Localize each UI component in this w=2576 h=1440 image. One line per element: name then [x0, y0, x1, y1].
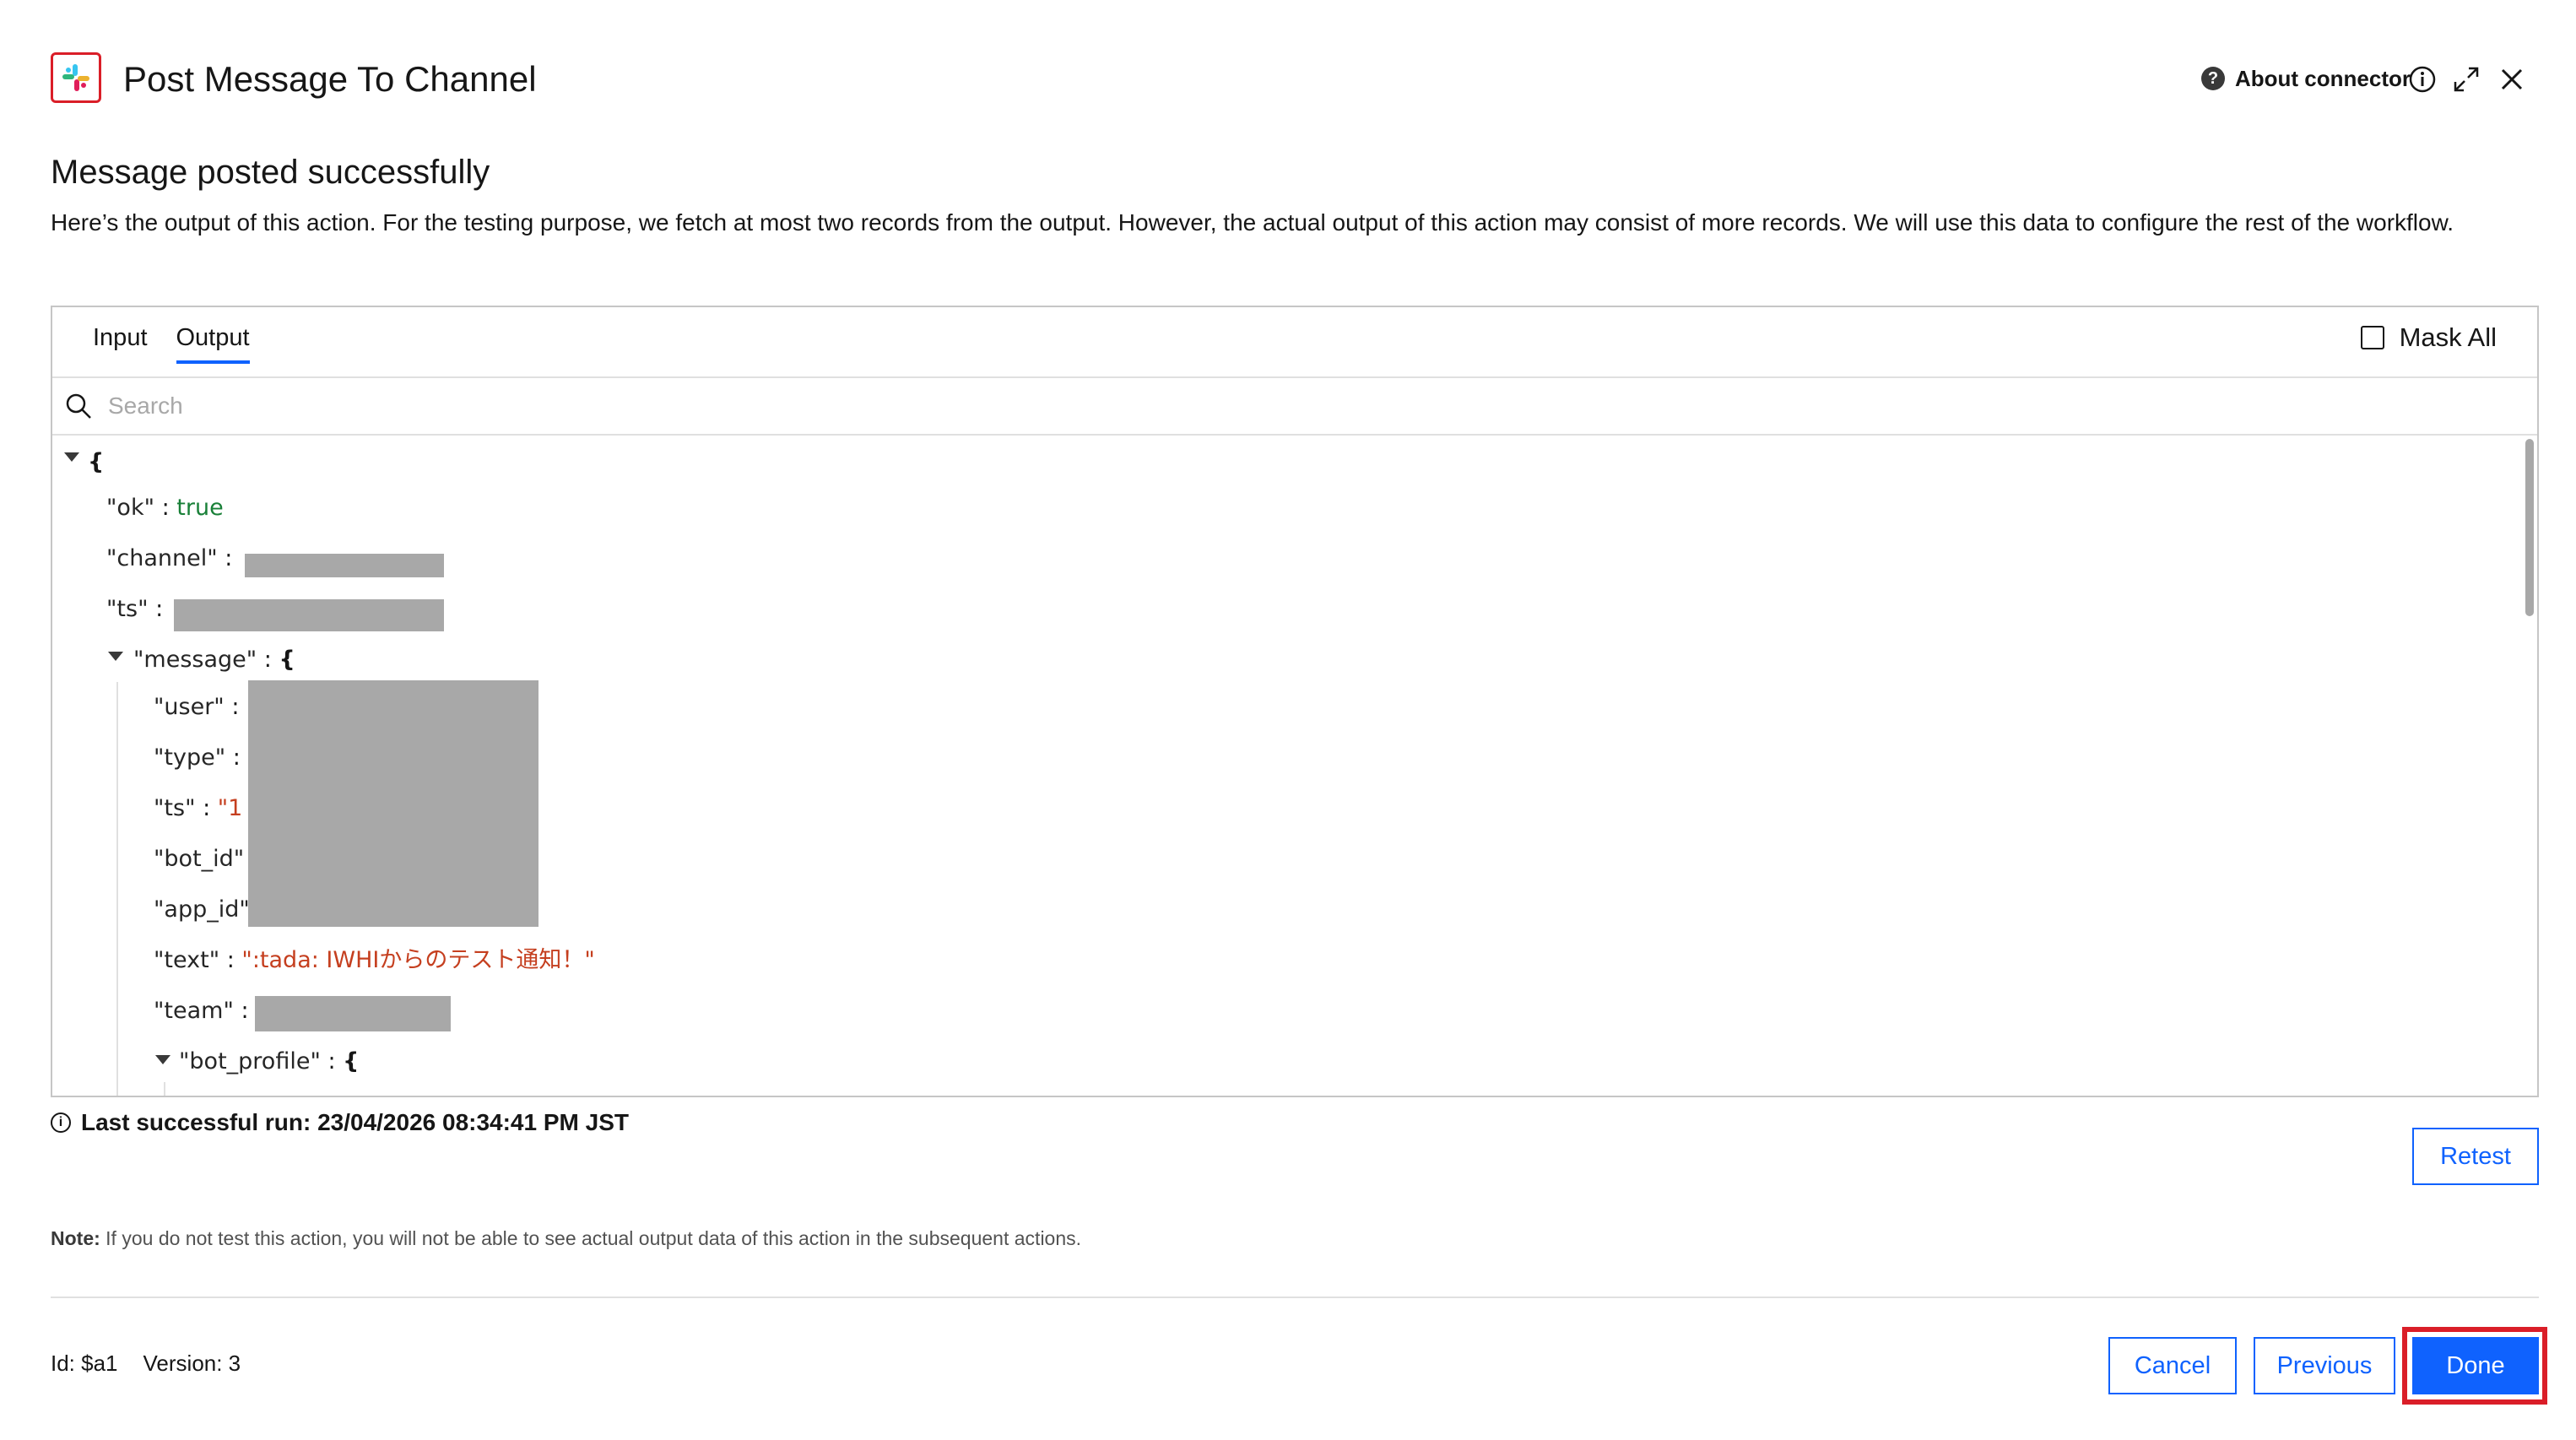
close-icon [2501, 68, 2523, 90]
maximize-button[interactable] [2449, 62, 2483, 96]
action-id: Id: $a1 [51, 1351, 118, 1376]
json-key: "app_id" [154, 896, 250, 923]
collapse-message-toggle[interactable] [108, 652, 123, 661]
slack-icon [62, 64, 89, 91]
redacted-block [248, 680, 538, 927]
json-value: "1 [217, 795, 243, 821]
json-row-user: "user" : [154, 690, 239, 724]
mask-all-label: Mask All [2399, 322, 2497, 352]
json-row-type: "type" : [154, 741, 241, 775]
json-row-channel: "channel" : [106, 542, 232, 576]
search-icon [66, 393, 91, 419]
json-key: "text" [154, 947, 220, 973]
footer-divider [51, 1297, 2539, 1298]
json-key: "ts" [154, 795, 196, 821]
json-key: "user" [154, 694, 225, 720]
json-value: true [176, 495, 224, 521]
json-open-brace: { [343, 1048, 360, 1075]
info-icon: i [51, 1112, 71, 1133]
json-key: "bot_id" [154, 846, 245, 872]
json-key: "ok" [106, 495, 154, 521]
result-heading: Message posted successfully [51, 154, 490, 191]
about-connector-link[interactable]: ? About connector [2201, 62, 2411, 95]
result-description: Here’s the output of this action. For th… [51, 209, 2454, 235]
maximize-icon [2454, 67, 2479, 92]
json-separator: : [195, 795, 218, 821]
note-label: Note: [51, 1227, 100, 1249]
json-key: "team" [154, 998, 234, 1024]
tree-scrollbar[interactable] [2525, 439, 2534, 616]
output-panel: Input Output Mask All { "ok" : true "cha… [51, 306, 2539, 1097]
json-row-app-id: "app_id" [154, 893, 250, 927]
json-key: "bot_profile" [179, 1048, 321, 1075]
json-separator: : [224, 694, 240, 720]
action-meta: Id: $a1 Version: 3 [51, 1351, 241, 1377]
json-separator: : [154, 495, 177, 521]
help-icon: ? [2201, 67, 2225, 90]
last-run-status: i Last successful run: 23/04/2026 08:34:… [51, 1109, 629, 1136]
collapse-root-toggle[interactable] [64, 452, 79, 462]
done-button[interactable]: Done [2412, 1337, 2539, 1394]
json-separator: : [257, 647, 279, 673]
mask-all-checkbox[interactable] [2360, 326, 2384, 349]
tab-list: Input Output [93, 324, 250, 364]
redacted-value [245, 554, 444, 577]
indent-guide [164, 1082, 165, 1096]
json-root-brace: { [88, 449, 105, 475]
previous-button[interactable]: Previous [2254, 1337, 2395, 1394]
about-connector-label: About connector [2235, 65, 2411, 91]
json-value: ":tada: IWHIからのテスト通知！" [241, 947, 595, 973]
json-open-brace: { [279, 647, 295, 673]
indent-guide [116, 682, 118, 1096]
json-row-message-ts: "ts" : "1 [154, 792, 242, 826]
retest-button[interactable]: Retest [2412, 1128, 2539, 1185]
json-separator: : [225, 744, 241, 771]
collapse-bot-profile-toggle[interactable] [155, 1055, 170, 1064]
json-row-ts: "ts" : [106, 593, 163, 626]
search-input[interactable] [106, 392, 2304, 420]
last-run-text: Last successful run: 23/04/2026 08:34:41… [81, 1109, 629, 1135]
redacted-value [174, 599, 444, 631]
page-title: Post Message To Channel [123, 59, 537, 99]
json-separator: : [233, 998, 249, 1024]
json-separator: : [219, 947, 242, 973]
json-separator: : [217, 545, 233, 571]
json-separator: : [320, 1048, 344, 1075]
note-text: If you do not test this action, you will… [100, 1227, 1082, 1249]
info-icon [2409, 66, 2436, 93]
json-tree[interactable]: { "ok" : true "channel" : "ts" : "messag… [52, 436, 2537, 1096]
json-row-bot-profile: "bot_profile" : { [179, 1045, 359, 1079]
json-row-ok: "ok" : true [106, 491, 224, 525]
slack-app-logo [51, 52, 101, 103]
redacted-value [255, 996, 451, 1031]
json-separator: : [148, 596, 164, 622]
info-button[interactable] [2406, 62, 2439, 96]
json-row-message: "message" : { [133, 643, 295, 677]
json-key: "message" [133, 647, 257, 673]
json-key: "channel" [106, 545, 218, 571]
json-key: "ts" [106, 596, 149, 622]
test-note: Note: If you do not test this action, yo… [51, 1227, 1081, 1250]
json-row-bot-id: "bot_id" [154, 842, 244, 876]
cancel-button[interactable]: Cancel [2108, 1337, 2237, 1394]
action-version: Version: 3 [143, 1351, 241, 1376]
close-button[interactable] [2495, 62, 2529, 96]
json-row-team: "team" : [154, 994, 249, 1028]
mask-all-toggle[interactable]: Mask All [2360, 322, 2497, 353]
json-row-text: "text" : ":tada: IWHIからのテスト通知！" [154, 944, 595, 977]
search-bar [52, 376, 2537, 436]
json-key: "type" [154, 744, 226, 771]
tab-input[interactable]: Input [93, 324, 148, 364]
tab-output[interactable]: Output [176, 324, 250, 364]
